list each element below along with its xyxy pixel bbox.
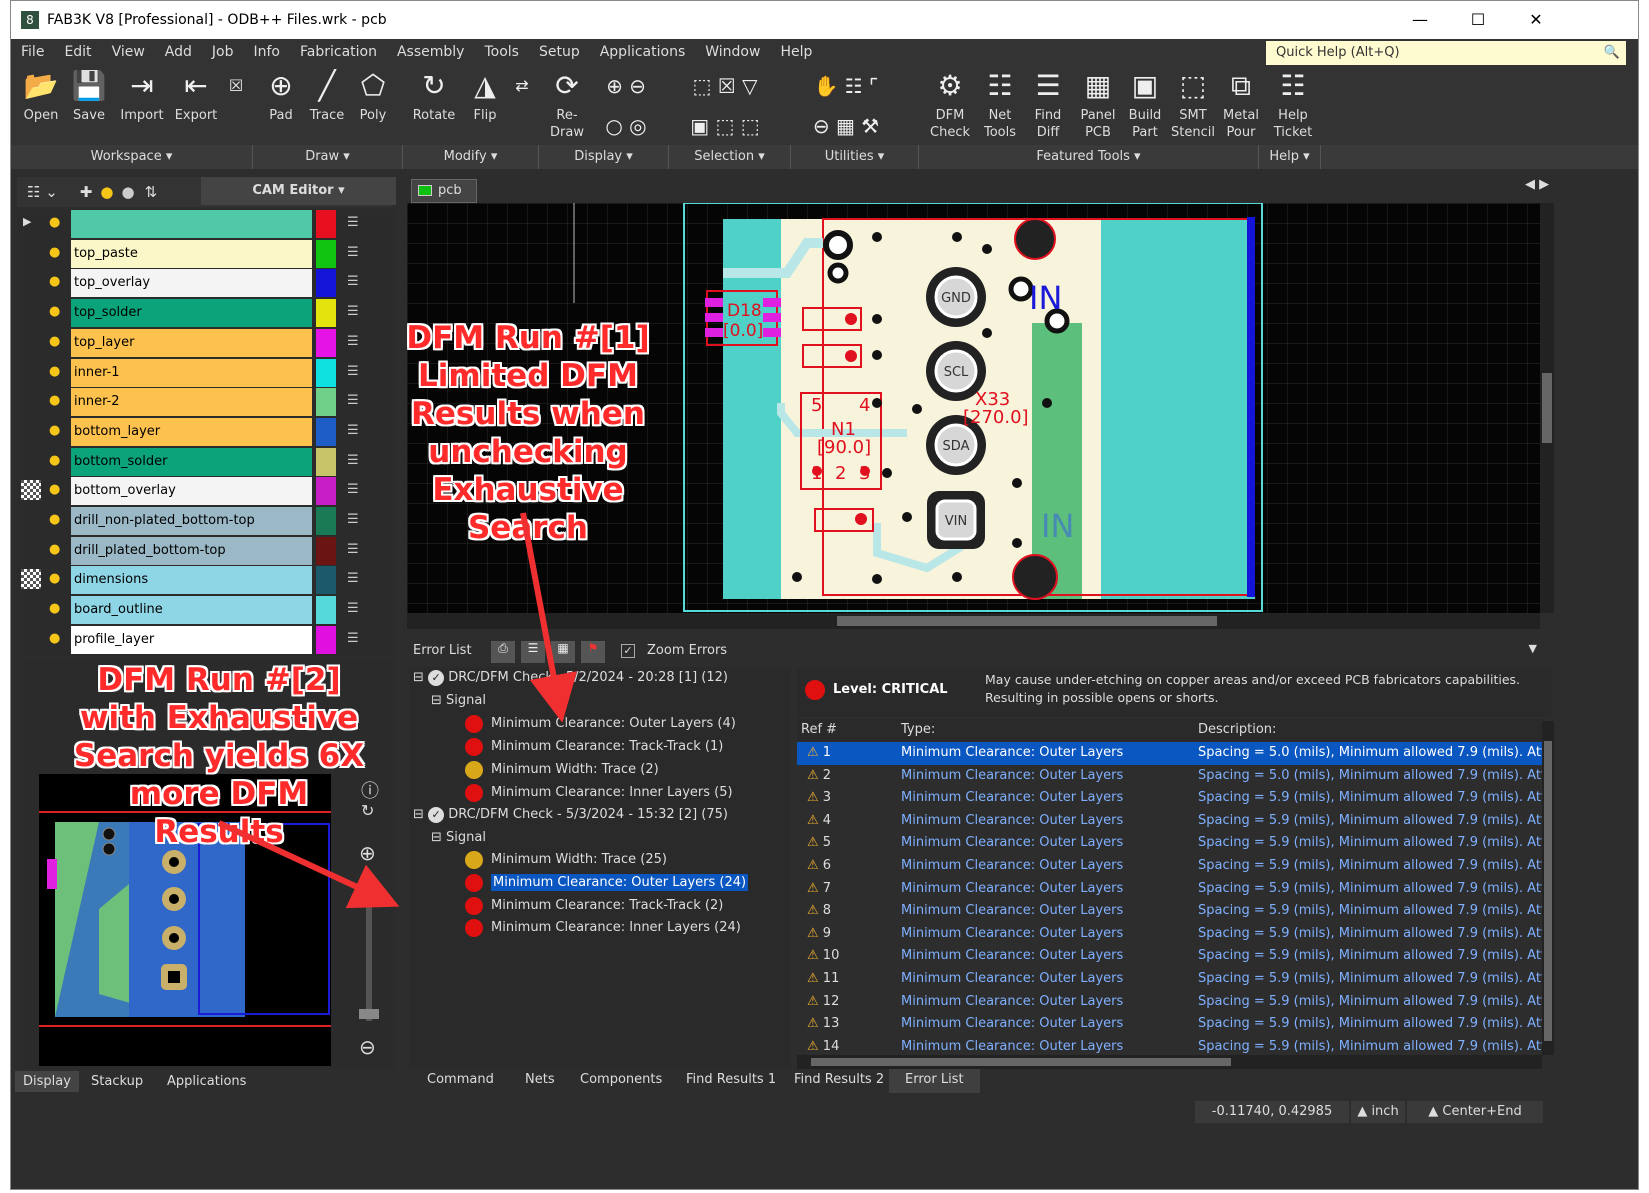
annotation-arrows xyxy=(217,512,578,909)
app-window: 8 FAB3K V8 [Professional] - ODB++ Files.… xyxy=(10,0,1639,1190)
arrow-to-run-2-outer xyxy=(217,820,400,909)
background-desktop xyxy=(0,0,10,1193)
arrow-to-run-1-outer xyxy=(520,512,578,723)
